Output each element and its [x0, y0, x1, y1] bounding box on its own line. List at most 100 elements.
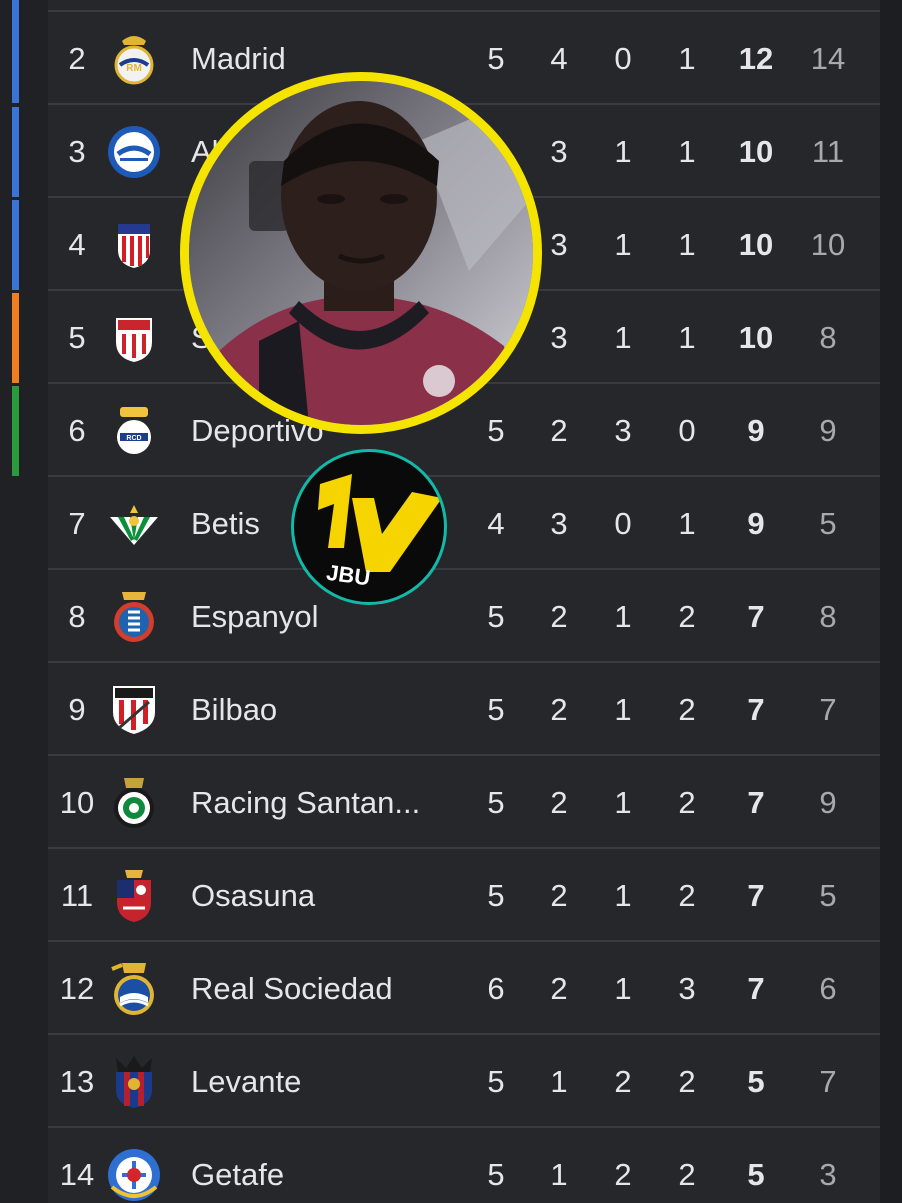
wins-cell: 2 [550, 971, 568, 1006]
svg-text:RCD: RCD [126, 435, 141, 442]
played-cell: 5 [487, 785, 505, 820]
goal-diff-cell: 11 [811, 134, 845, 169]
points-cell: 9 [747, 413, 765, 448]
goal-diff-cell: 6 [819, 971, 837, 1006]
team-name: Real Sociedad [191, 971, 393, 1006]
zone-bar-europa [12, 293, 19, 383]
losses-cell: 0 [678, 413, 696, 448]
played-cell: 5 [487, 413, 505, 448]
points-cell: 7 [747, 785, 765, 820]
team-name: Getafe [191, 1157, 285, 1192]
points-cell: 10 [738, 227, 774, 262]
losses-cell: 3 [678, 971, 696, 1006]
goal-diff-cell: 3 [819, 1157, 837, 1192]
real-madrid-crest-icon: RM [106, 12, 162, 105]
team-name: Bilbao [191, 692, 278, 727]
played-cell: 5 [487, 41, 505, 76]
bilbao-crest-icon [106, 663, 162, 756]
table-row[interactable]: 7 Betis 4 3 0 1 9 5 [48, 477, 880, 570]
wins-cell: 2 [550, 785, 568, 820]
points-cell: 5 [747, 1157, 765, 1192]
points-cell: 10 [738, 320, 774, 355]
losses-cell: 1 [678, 506, 696, 541]
wins-cell: 4 [550, 41, 568, 76]
goal-diff-cell: 5 [819, 878, 837, 913]
levante-crest-icon [106, 1035, 162, 1128]
position-cell: 6 [68, 413, 86, 448]
position-cell: 7 [68, 506, 86, 541]
table-row[interactable]: 14 Getafe 5 1 2 2 5 3 [48, 1128, 880, 1203]
zone-bar-champions [12, 200, 19, 290]
played-cell: 5 [487, 1157, 505, 1192]
draws-cell: 1 [614, 227, 632, 262]
position-cell: 4 [68, 227, 86, 262]
draws-cell: 1 [614, 134, 632, 169]
goal-diff-cell: 8 [819, 599, 837, 634]
team-name: Levante [191, 1064, 302, 1099]
wins-cell: 1 [550, 1064, 568, 1099]
table-row[interactable]: 9 Bilbao 5 2 1 2 7 7 [48, 663, 880, 756]
sevilla-crest-icon [106, 291, 162, 384]
table-row[interactable]: 11 Osasuna 5 2 1 2 7 5 [48, 849, 880, 942]
zone-bar-champions [12, 0, 19, 103]
played-cell: 5 [487, 599, 505, 634]
played-cell: 5 [487, 878, 505, 913]
position-cell: 2 [68, 41, 86, 76]
table-row[interactable]: 8 Espanyol 5 2 1 2 7 8 [48, 570, 880, 663]
losses-cell: 1 [678, 134, 696, 169]
losses-cell: 2 [678, 785, 696, 820]
wins-cell: 2 [550, 692, 568, 727]
player-photo [180, 72, 542, 434]
wins-cell: 3 [550, 506, 568, 541]
channel-logo-sub: JBU [325, 560, 372, 591]
position-cell: 9 [68, 692, 86, 727]
position-cell: 3 [68, 134, 86, 169]
zone-indicator-strip [0, 0, 48, 1203]
losses-cell: 2 [678, 692, 696, 727]
wins-cell: 1 [550, 1157, 568, 1192]
points-cell: 10 [738, 134, 774, 169]
table-row[interactable]: 12 Real Sociedad 6 2 1 3 7 6 [48, 942, 880, 1035]
channel-logo-mark: JBU [318, 474, 442, 591]
played-cell: 5 [487, 692, 505, 727]
draws-cell: 1 [614, 692, 632, 727]
goal-diff-cell: 7 [819, 692, 837, 727]
wins-cell: 3 [550, 320, 568, 355]
wins-cell: 2 [550, 599, 568, 634]
espanyol-crest-icon [106, 570, 162, 663]
goal-diff-cell: 10 [810, 227, 846, 262]
table-row[interactable]: 10 Racing Santan... 5 2 1 2 7 9 [48, 756, 880, 849]
osasuna-crest-icon [106, 849, 162, 942]
played-cell: 5 [487, 1064, 505, 1099]
table-row[interactable]: 2 RM Madrid 5 4 0 1 12 14 [48, 12, 880, 105]
points-cell: 7 [747, 599, 765, 634]
played-cell: 4 [487, 506, 505, 541]
position-cell: 11 [60, 878, 94, 913]
losses-cell: 2 [678, 1064, 696, 1099]
points-cell: 7 [747, 971, 765, 1006]
channel-logo: JBU [291, 449, 447, 605]
goal-diff-cell: 7 [819, 1064, 837, 1099]
wins-cell: 2 [550, 413, 568, 448]
goal-diff-cell: 9 [819, 413, 837, 448]
goal-diff-cell: 5 [819, 506, 837, 541]
position-cell: 13 [59, 1064, 95, 1099]
draws-cell: 1 [614, 599, 632, 634]
points-cell: 7 [747, 692, 765, 727]
wins-cell: 3 [550, 134, 568, 169]
zone-bar-conference [12, 386, 19, 476]
losses-cell: 2 [678, 599, 696, 634]
draws-cell: 1 [614, 878, 632, 913]
alaves-crest-icon [106, 105, 162, 198]
draws-cell: 0 [614, 41, 632, 76]
table-row[interactable]: 13 Levante 5 1 2 2 5 7 [48, 1035, 880, 1128]
standings-screen: 2RMMadrid540112143Al3111011431110105S311… [0, 0, 902, 1203]
team-name: Racing Santan... [191, 785, 421, 820]
racing-crest-icon [106, 756, 162, 849]
goal-diff-cell: 14 [810, 41, 846, 76]
position-cell: 8 [68, 599, 86, 634]
svg-text:RM: RM [126, 63, 142, 74]
draws-cell: 1 [614, 971, 632, 1006]
player-photo-image [189, 81, 533, 425]
draws-cell: 3 [614, 413, 632, 448]
